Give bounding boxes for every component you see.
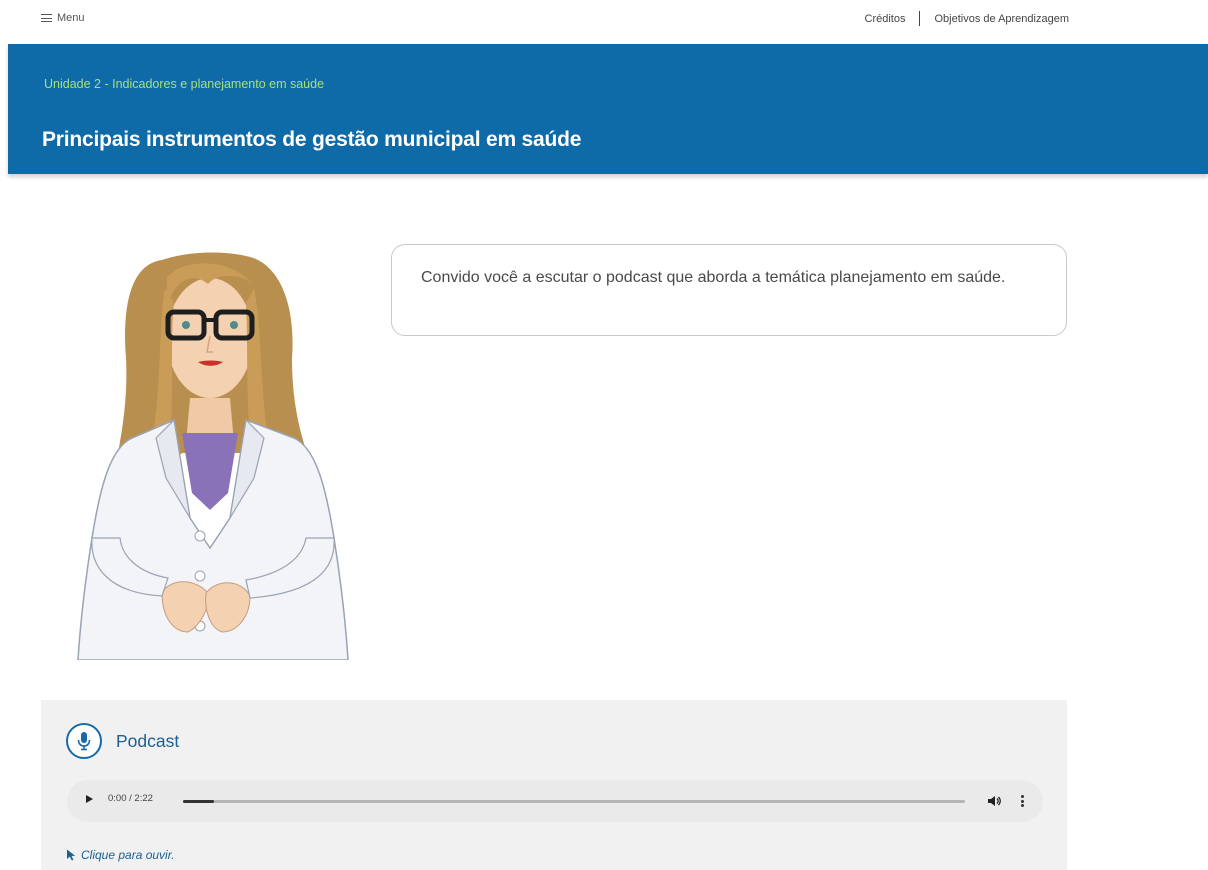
credits-link[interactable]: Créditos — [865, 13, 906, 25]
podcast-section: Podcast 0:00 / 2:22 Clique para ouvir. — [41, 700, 1067, 870]
top-navigation: Menu Créditos Objetivos de Aprendizagem — [0, 0, 1208, 44]
more-options-icon[interactable] — [1019, 794, 1025, 808]
cursor-icon — [67, 849, 76, 861]
person-illustration — [70, 248, 355, 661]
unit-label: Unidade 2 - Indicadores e planejamento e… — [44, 77, 325, 91]
speech-bubble-text: Convido você a escutar o podcast que abo… — [421, 269, 1006, 286]
listen-hint-text: Clique para ouvir. — [81, 848, 175, 862]
learning-objectives-link[interactable]: Objetivos de Aprendizagem — [934, 13, 1069, 25]
page-header: Unidade 2 - Indicadores e planejamento e… — [8, 44, 1208, 174]
link-separator — [919, 11, 921, 26]
audio-time: 0:00 / 2:22 — [108, 793, 153, 804]
top-links: Créditos Objetivos de Aprendizagem — [865, 11, 1069, 26]
podcast-title: Podcast — [116, 730, 180, 751]
page-title: Principais instrumentos de gestão munici… — [42, 128, 582, 151]
listen-hint: Clique para ouvir. — [66, 848, 175, 862]
podcast-header: Podcast — [66, 723, 179, 759]
microphone-icon — [66, 723, 102, 759]
play-icon[interactable] — [86, 795, 93, 803]
audio-progress-track[interactable] — [183, 800, 965, 803]
speech-bubble: Convido você a escutar o podcast que abo… — [391, 244, 1067, 336]
audio-player[interactable]: 0:00 / 2:22 — [67, 780, 1043, 822]
volume-icon[interactable] — [987, 794, 1001, 808]
audio-progress-fill — [183, 800, 215, 803]
menu-label: Menu — [57, 12, 85, 24]
menu-icon — [41, 14, 52, 23]
menu-button[interactable]: Menu — [41, 12, 85, 24]
